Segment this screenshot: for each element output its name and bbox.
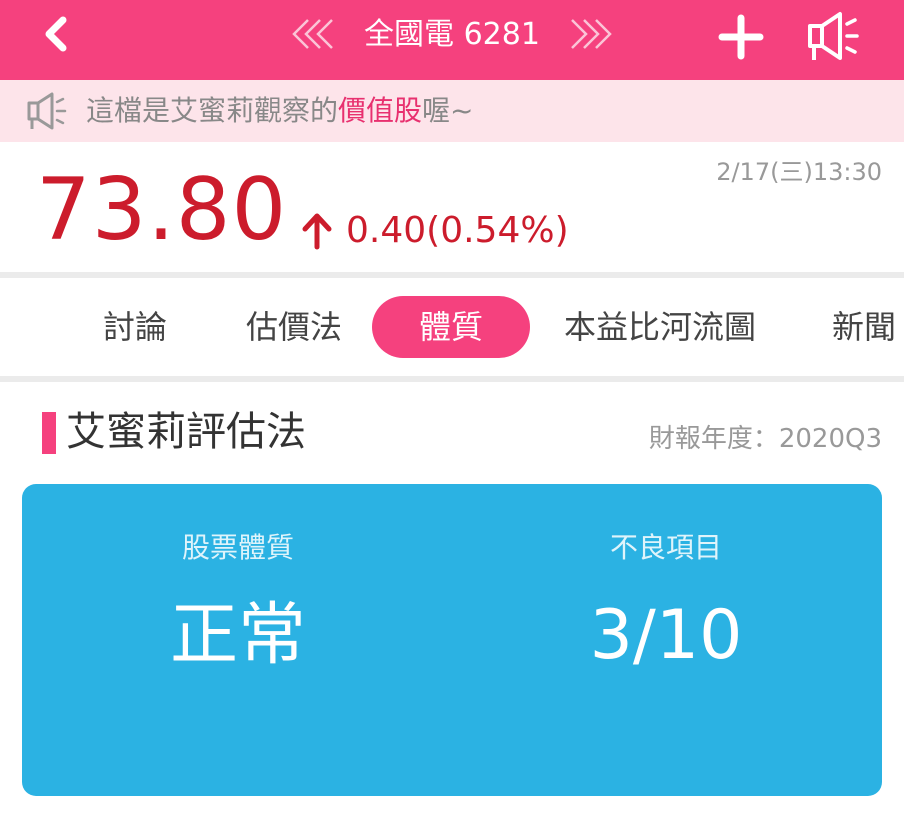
section-title: 艾蜜莉評估法 xyxy=(66,409,306,455)
stock-title: 全國電 6281 xyxy=(364,17,540,52)
stock-price: 73.80 xyxy=(36,160,288,260)
stock-health-value: 正常 xyxy=(169,596,306,675)
price-change: 0.40(0.54%) xyxy=(300,206,569,256)
tab-discussion[interactable]: 討論 xyxy=(92,296,178,358)
top-bar: 全國電 6281 xyxy=(0,0,904,80)
section-header: 艾蜜莉評估法 財報年度：2020Q3 xyxy=(0,382,904,482)
tab-valuation[interactable]: 估價法 xyxy=(236,296,352,358)
quote-timestamp: 2/17(三)13:30 xyxy=(716,158,882,186)
notice-text-after: 喔~ xyxy=(422,94,474,127)
bad-items-column: 不良項目 3/10 xyxy=(516,528,816,678)
notice-text: 這檔是艾蜜莉觀察的價值股喔~ xyxy=(86,90,474,132)
tab-bar: 討論 估價法 體質 本益比河流圖 新聞 xyxy=(0,278,904,376)
chevron-left-icon[interactable] xyxy=(36,12,76,56)
megaphone-icon[interactable] xyxy=(802,8,862,64)
stock-health-column: 股票體質 正常 xyxy=(88,528,388,678)
arrow-up-icon xyxy=(302,213,332,250)
notice-text-before: 這檔是艾蜜莉觀察的 xyxy=(86,94,339,127)
tab-fundamentals[interactable]: 體質 xyxy=(372,296,530,358)
tab-pe-river-chart[interactable]: 本益比河流圖 xyxy=(552,296,768,358)
notice-highlight: 價值股 xyxy=(338,94,423,127)
price-change-value: 0.40(0.54%) xyxy=(346,210,569,251)
quote-panel: 2/17(三)13:30 73.80 0.40(0.54%) xyxy=(0,142,904,272)
notice-banner: 這檔是艾蜜莉觀察的價值股喔~ xyxy=(0,80,904,142)
tab-news[interactable]: 新聞 xyxy=(832,296,904,358)
bad-items-value: 3/10 xyxy=(589,596,743,675)
stock-health-label: 股票體質 xyxy=(181,531,294,564)
evaluation-card: 股票體質 正常 不良項目 3/10 xyxy=(22,484,882,796)
plus-icon[interactable] xyxy=(718,14,764,60)
report-period: 財報年度：2020Q3 xyxy=(648,424,882,454)
section-accent-bar xyxy=(42,412,56,454)
bad-items-label: 不良項目 xyxy=(609,531,722,564)
double-chevron-right-icon[interactable] xyxy=(566,17,614,51)
double-chevron-left-icon[interactable] xyxy=(290,17,338,51)
megaphone-icon xyxy=(27,92,67,130)
